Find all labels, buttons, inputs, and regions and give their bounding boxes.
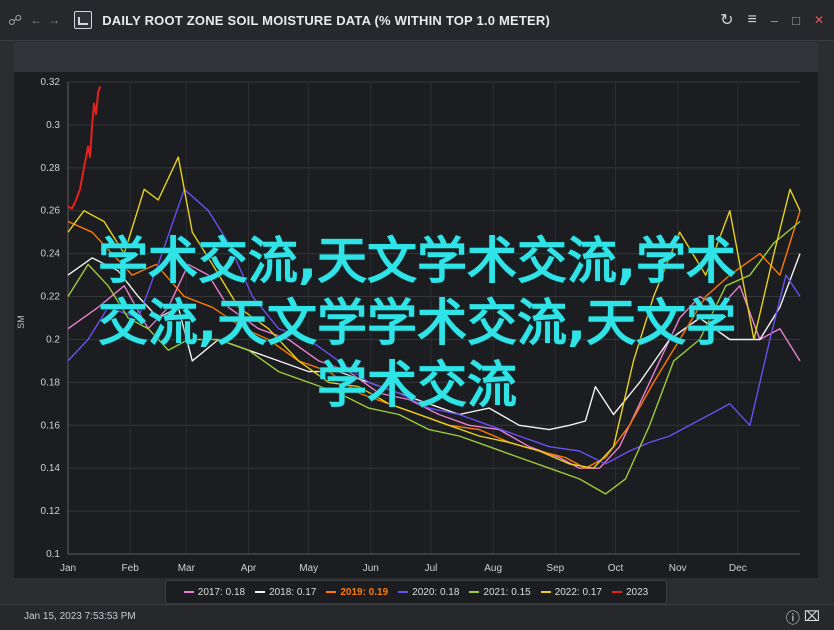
- legend-label: 2020: 0.18: [412, 586, 460, 598]
- x-tick-label: Feb: [122, 563, 140, 574]
- status-bar: Jan 15, 2023 7:53:53 PM ⓘ ⌧: [0, 604, 834, 630]
- y-tick-label: 0.14: [41, 463, 61, 474]
- legend-item-2021[interactable]: 2021: 0.15: [469, 586, 531, 598]
- legend-swatch: [469, 591, 480, 593]
- x-tick-label: Jun: [363, 563, 379, 574]
- legend-label: 2021: 0.15: [483, 586, 531, 598]
- x-tick-label: Oct: [608, 563, 624, 574]
- series-lines: [67, 86, 801, 495]
- legend-swatch: [183, 591, 194, 593]
- title-bar: ☍ ← → DAILY ROOT ZONE SOIL MOISTURE DATA…: [0, 0, 834, 41]
- legend-label: 2017: 0.18: [197, 586, 246, 598]
- legend-item-2018[interactable]: 2018: 0.17: [255, 587, 316, 598]
- y-axis-label: SM: [16, 315, 26, 329]
- legend-label: 2023: [625, 586, 649, 598]
- y-tick-label: 0.18: [41, 377, 61, 388]
- series-line-2017: [67, 263, 801, 469]
- status-date: Jan 15, 2023 7:53:53 PM: [24, 611, 136, 622]
- y-tick-label: 0.28: [41, 163, 61, 174]
- series-line-2020: [67, 188, 801, 465]
- legend-item-2017[interactable]: 2017: 0.18: [183, 586, 246, 598]
- chart-toolbar: [14, 42, 818, 72]
- legend-swatch: [540, 591, 551, 593]
- minimize-icon[interactable]: –: [771, 13, 778, 28]
- x-tick-label: Mar: [178, 563, 196, 574]
- y-tick-label: 0.3: [46, 120, 60, 131]
- x-tick-label: May: [299, 563, 318, 574]
- y-axis: 0.1 0.12 0.14 0.16 0.18 0.2 0.22 0.24 0.26 0.28 0.…: [41, 77, 69, 560]
- series-line-2022: [67, 156, 801, 469]
- grid: [67, 81, 800, 555]
- x-tick-label: Apr: [241, 563, 257, 574]
- window-title: DAILY ROOT ZONE SOIL MOISTURE DATA (% WI…: [102, 12, 551, 28]
- x-tick-label: Jul: [425, 563, 438, 574]
- chart-legend: 2017: 0.18 2018: 0.17 2019: 0.19 2020: 0.18…: [165, 580, 667, 604]
- y-tick-label: 0.12: [41, 506, 61, 517]
- legend-item-2019[interactable]: 2019: 0.19: [326, 587, 388, 598]
- x-tick-label: Dec: [729, 563, 747, 574]
- y-tick-label: 0.26: [41, 206, 61, 217]
- series-line-2023: [67, 86, 102, 210]
- back-arrow-icon[interactable]: ←: [30, 13, 46, 27]
- series-line-2021: [67, 220, 801, 495]
- legend-swatch: [398, 591, 409, 593]
- legend-item-2023[interactable]: 2023: [611, 586, 649, 598]
- info-icon[interactable]: ⓘ: [786, 608, 800, 628]
- chart-app-icon: [74, 11, 93, 29]
- window-controls: ↻ ≡ – □ ✕: [720, 0, 824, 40]
- legend-label: 2022: 0.17: [554, 586, 602, 598]
- refresh-icon[interactable]: ↻: [720, 10, 733, 30]
- series-line-2018: [67, 253, 801, 431]
- x-tick-label: Jan: [60, 563, 76, 574]
- y-tick-label: 0.22: [41, 292, 61, 303]
- legend-swatch: [255, 591, 266, 593]
- legend-label: 2018: 0.17: [269, 586, 317, 598]
- legend-label: 2019: 0.19: [340, 586, 389, 598]
- x-tick-label: Aug: [484, 563, 502, 574]
- y-tick-label: 0.16: [41, 420, 61, 431]
- legend-item-2022[interactable]: 2022: 0.17: [540, 586, 602, 598]
- close-icon[interactable]: ✕: [814, 13, 824, 27]
- export-icon[interactable]: ⌧: [804, 608, 820, 628]
- y-tick-label: 0.2: [46, 334, 60, 345]
- y-tick-label: 0.24: [41, 249, 61, 260]
- legend-swatch: [326, 591, 337, 593]
- y-tick-label: 0.1: [46, 549, 60, 560]
- y-tick-label: 0.32: [41, 77, 61, 88]
- legend-item-2020[interactable]: 2020: 0.18: [398, 587, 459, 598]
- forward-arrow-icon[interactable]: →: [48, 13, 64, 27]
- x-tick-label: Sep: [546, 563, 564, 574]
- link-icon[interactable]: ☍: [8, 12, 22, 29]
- chart-area: 0.1 0.12 0.14 0.16 0.18 0.2 0.22 0.24 0.26 0.28 0.…: [14, 72, 818, 578]
- soil-moisture-chart: 0.1 0.12 0.14 0.16 0.18 0.2 0.22 0.24 0.26 0.28 0.…: [16, 77, 801, 574]
- legend-swatch: [611, 591, 622, 593]
- x-axis: Jan Feb Mar Apr May Jun Jul Aug Sep Oct Nov Dec: [60, 553, 800, 574]
- x-tick-label: Nov: [669, 563, 687, 574]
- menu-icon[interactable]: ≡: [748, 11, 757, 29]
- maximize-icon[interactable]: □: [792, 13, 800, 28]
